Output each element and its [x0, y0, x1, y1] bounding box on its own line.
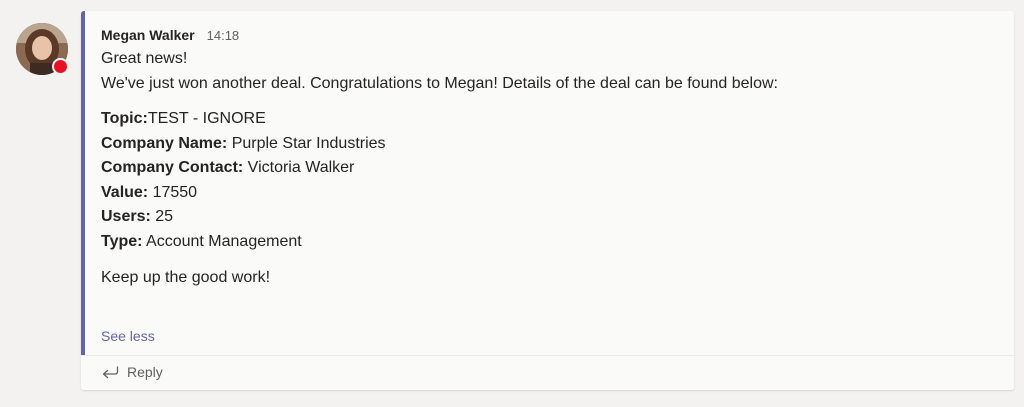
- detail-value: Purple Star Industries: [227, 134, 386, 152]
- detail-type: Type: Account Management: [101, 230, 994, 255]
- message-body: Megan Walker 14:18 Great news! We've jus…: [101, 27, 994, 291]
- message-accent-bar: [81, 11, 85, 355]
- detail-company-name: Company Name: Purple Star Industries: [101, 132, 994, 157]
- reply-label: Reply: [127, 364, 163, 380]
- message-card: Megan Walker 14:18 Great news! We've jus…: [81, 11, 1014, 390]
- detail-value: Account Management: [142, 232, 302, 250]
- see-less-link[interactable]: See less: [101, 328, 155, 344]
- detail-label: Topic:: [101, 110, 148, 127]
- reply-bar: Reply: [81, 355, 1014, 390]
- detail-value: 25: [150, 208, 174, 225]
- message-timestamp: 14:18: [206, 28, 240, 43]
- message-closing: Keep up the good work!: [101, 269, 271, 286]
- deal-details: Topic:TEST - IGNORE Company Name: Purple…: [101, 107, 994, 254]
- detail-value: 17550: [148, 183, 198, 201]
- detail-users: Users: 25: [101, 205, 994, 230]
- detail-company-contact: Company Contact: Victoria Walker: [101, 156, 994, 181]
- detail-label: Value:: [101, 183, 149, 201]
- detail-topic: Topic:TEST - IGNORE: [101, 107, 994, 132]
- detail-label: Type:: [101, 232, 143, 250]
- detail-label: Company Contact:: [101, 159, 244, 176]
- message-intro: We've just won another deal. Congratulat…: [101, 74, 778, 92]
- detail-value: Victoria Walker: [243, 159, 355, 176]
- detail-value-row: Value: 17550: [101, 181, 994, 206]
- message-header: Megan Walker 14:18: [101, 27, 994, 45]
- author-avatar-container[interactable]: [16, 23, 69, 75]
- reply-arrow-icon: [102, 366, 119, 379]
- detail-value: TEST - IGNORE: [147, 110, 266, 127]
- detail-label: Users:: [101, 208, 151, 225]
- author-name[interactable]: Megan Walker: [101, 27, 195, 43]
- detail-label: Company Name:: [101, 134, 228, 152]
- presence-status-dot: [52, 58, 69, 75]
- message-greeting: Great news!: [101, 50, 188, 67]
- reply-button[interactable]: Reply: [101, 364, 163, 380]
